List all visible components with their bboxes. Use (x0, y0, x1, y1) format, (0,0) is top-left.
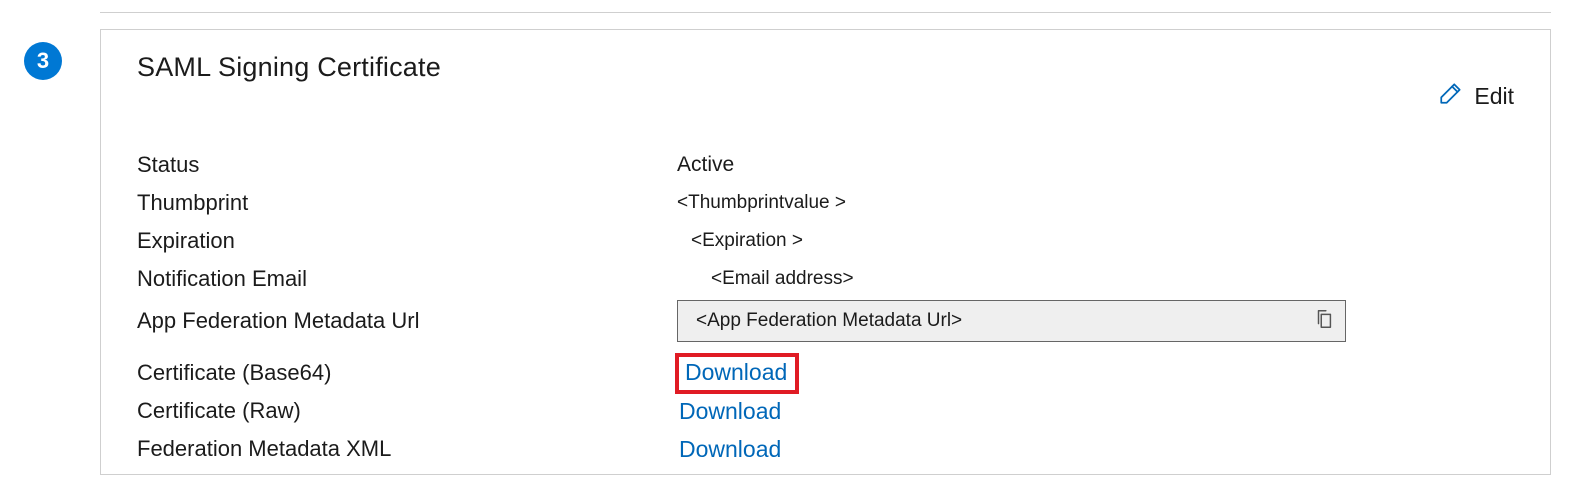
app-federation-metadata-url-value: <App Federation Metadata Url> (696, 310, 1309, 332)
step-number: 3 (37, 48, 49, 74)
fields: Status Active Thumbprint <Thumbprintvalu… (137, 148, 1514, 466)
notification-email-label: Notification Email (137, 266, 677, 292)
notification-email-value: <Email address> (677, 268, 1514, 290)
field-certificate-base64: Certificate (Base64) Download (137, 356, 1514, 390)
field-app-federation-metadata-url: App Federation Metadata Url <App Federat… (137, 300, 1514, 342)
certificate-base64-label: Certificate (Base64) (137, 360, 677, 386)
field-federation-metadata-xml: Federation Metadata XML Download (137, 432, 1514, 466)
download-certificate-raw-link[interactable]: Download (679, 398, 781, 425)
federation-metadata-xml-label: Federation Metadata XML (137, 436, 677, 462)
field-expiration: Expiration <Expiration > (137, 224, 1514, 258)
field-certificate-raw: Certificate (Raw) Download (137, 394, 1514, 428)
expiration-value: <Expiration > (677, 230, 1514, 252)
edit-button[interactable]: Edit (1438, 80, 1514, 112)
download-certificate-base64-link[interactable]: Download (679, 357, 795, 390)
certificate-raw-label: Certificate (Raw) (137, 398, 677, 424)
field-notification-email: Notification Email <Email address> (137, 262, 1514, 296)
expiration-label: Expiration (137, 228, 677, 254)
status-label: Status (137, 152, 677, 178)
status-value: Active (677, 153, 1514, 177)
step-badge: 3 (24, 42, 62, 80)
saml-signing-certificate-card: SAML Signing Certificate Edit Status Act… (100, 29, 1551, 475)
field-status: Status Active (137, 148, 1514, 182)
app-federation-metadata-url-input[interactable]: <App Federation Metadata Url> (677, 300, 1346, 342)
app-federation-metadata-url-label: App Federation Metadata Url (137, 308, 677, 334)
card-top-border (100, 0, 1551, 13)
field-thumbprint: Thumbprint <Thumbprintvalue > (137, 186, 1514, 220)
download-federation-metadata-xml-link[interactable]: Download (679, 436, 781, 463)
copy-icon (1313, 308, 1335, 335)
edit-button-label: Edit (1474, 83, 1514, 110)
thumbprint-value: <Thumbprintvalue > (677, 192, 1514, 214)
card-title: SAML Signing Certificate (137, 52, 441, 83)
pencil-icon (1438, 80, 1464, 112)
copy-button[interactable] (1309, 306, 1339, 336)
card-header: SAML Signing Certificate Edit (137, 52, 1514, 112)
thumbprint-label: Thumbprint (137, 190, 677, 216)
